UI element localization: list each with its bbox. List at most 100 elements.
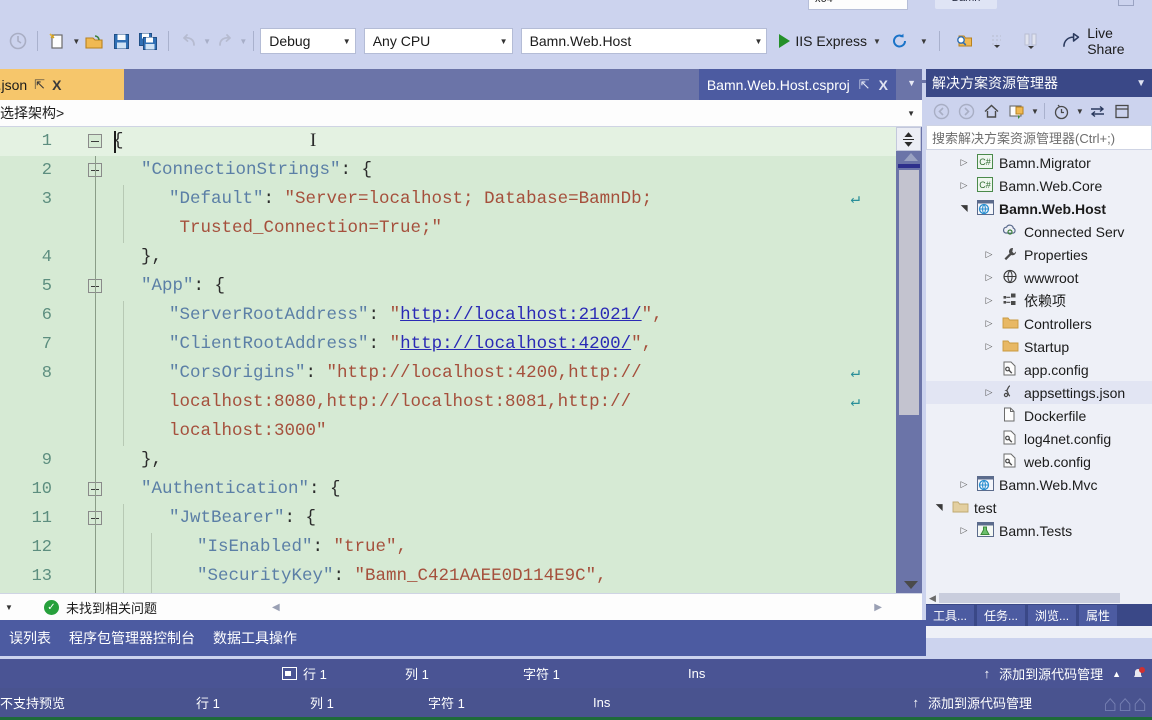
code-line[interactable]: 7 "ClientRootAddress": "http://localhost:… xyxy=(0,330,896,359)
new-item-icon[interactable] xyxy=(45,28,70,54)
save-all-icon[interactable] xyxy=(136,28,161,54)
code-line[interactable]: 9}, xyxy=(0,446,896,475)
new-folder-icon[interactable] xyxy=(1005,100,1028,123)
tree-item-controllers[interactable]: ▷ Controllers xyxy=(926,312,1152,335)
solution-search-input[interactable]: 搜索解决方案资源管理器(Ctrl+;) xyxy=(926,125,1152,150)
se-bottom-tab[interactable]: 工具... xyxy=(926,604,975,626)
properties-icon[interactable] xyxy=(1111,100,1134,123)
back-icon[interactable] xyxy=(930,100,953,123)
run-dropdown-icon[interactable]: ▼ xyxy=(873,37,881,46)
scroll-down-arrow-icon[interactable] xyxy=(904,581,918,589)
source-control-label[interactable]: 添加到源代码管理 xyxy=(999,664,1103,683)
tree-item-connected-serv[interactable]: Connected Serv xyxy=(926,220,1152,243)
back-nav-icon[interactable] xyxy=(5,28,30,54)
code-line[interactable]: 12 "IsEnabled": "true", xyxy=(0,533,896,562)
chevron-down-icon[interactable]: ◢ xyxy=(959,202,970,216)
scroll-left-arrow-icon[interactable]: ◀ xyxy=(929,593,936,604)
top-window-button[interactable] xyxy=(1118,0,1134,6)
chevron-down-icon[interactable]: ▼ xyxy=(1136,78,1146,89)
se-bottom-tab[interactable]: 浏览... xyxy=(1028,604,1077,626)
sync-icon[interactable] xyxy=(1086,100,1109,123)
tab-bamn-web-host-csproj[interactable]: Bamn.Web.Host.csproj ⇱ X xyxy=(698,69,896,100)
code-link[interactable]: http://localhost:4200/ xyxy=(400,334,631,354)
fold-collapse-icon[interactable] xyxy=(88,134,102,148)
startup-project-combo[interactable]: Bamn.Web.Host ▼ xyxy=(520,28,768,54)
tree-item-dockerfile[interactable]: Dockerfile xyxy=(926,404,1152,427)
open-file-icon[interactable] xyxy=(81,28,106,54)
chevron-right-icon[interactable]: ▷ xyxy=(957,479,971,490)
hot-reload-dropdown-icon[interactable]: ▼ xyxy=(920,37,928,46)
bottom-tool-tab[interactable]: 误列表 xyxy=(0,628,60,648)
code-line[interactable]: 13 "SecurityKey": "Bamn_C421AAEE0D114E9C"… xyxy=(0,562,896,591)
code-line[interactable]: Trusted_Connection=True;" xyxy=(0,214,896,243)
pending-changes-dropdown-icon[interactable]: ▼ xyxy=(1076,107,1084,116)
platform-combo[interactable]: Any CPU ▼ xyxy=(363,28,513,54)
forward-icon[interactable] xyxy=(955,100,978,123)
chevron-down-icon[interactable]: ◢ xyxy=(934,501,945,515)
chevron-right-icon[interactable]: ▷ xyxy=(982,272,996,283)
se-bottom-tab[interactable]: 属性 xyxy=(1079,604,1118,626)
tree-item-bamn-migrator[interactable]: ▷ C# Bamn.Migrator xyxy=(926,151,1152,174)
solution-tree[interactable]: ▷ C# Bamn.Migrator ▷ C# Bamn.Web.Core ◢ Bamn.We… xyxy=(926,151,1152,638)
live-share-button[interactable]: Live Share xyxy=(1061,25,1152,57)
tab-list-dropdown-icon[interactable]: ▼ xyxy=(907,78,916,88)
search-folder-icon[interactable] xyxy=(952,28,978,54)
bottom-tool-tab[interactable]: 数据工具操作 xyxy=(204,628,306,648)
source-control-label[interactable]: 添加到源代码管理 xyxy=(928,693,1032,712)
tree-item-[interactable]: ▷ 依赖项 xyxy=(926,289,1152,312)
bottom-tool-tab[interactable]: 程序包管理器控制台 xyxy=(60,628,204,648)
hot-reload-icon[interactable] xyxy=(887,28,913,54)
notifications-bell-icon[interactable] xyxy=(1130,666,1146,682)
tree-item-app-config[interactable]: app.config xyxy=(926,358,1152,381)
code-line[interactable]: localhost:8080,http://localhost:8081,htt… xyxy=(0,388,896,417)
chevron-right-icon[interactable]: ▷ xyxy=(982,341,996,352)
solution-explorer-bottom-tabs[interactable]: 工具... 任务... 浏览... 属性 xyxy=(926,604,1152,626)
code-line[interactable]: 4}, xyxy=(0,243,896,272)
tree-item-wwwroot[interactable]: ▷ wwwroot xyxy=(926,266,1152,289)
scrollbar-thumb[interactable] xyxy=(899,170,919,415)
editor-split-handle[interactable] xyxy=(896,127,921,151)
bottom-tool-tabs[interactable]: 误列表 程序包管理器控制台 数据工具操作 xyxy=(0,620,926,656)
se-bottom-tab[interactable]: 任务... xyxy=(977,604,1026,626)
code-line[interactable]: 5 "App": { xyxy=(0,272,896,301)
pin-icon[interactable]: ⇱ xyxy=(34,77,45,93)
code-line[interactable]: 11 "JwtBearer": { xyxy=(0,504,896,533)
code-line[interactable]: localhost:3000" xyxy=(0,417,896,446)
home-icon[interactable] xyxy=(980,100,1003,123)
scroll-up-arrow-icon[interactable] xyxy=(904,153,918,161)
configuration-combo[interactable]: Debug ▼ xyxy=(260,28,356,54)
chevron-right-icon[interactable]: ▷ xyxy=(957,180,971,191)
run-play-icon[interactable] xyxy=(779,34,791,48)
tab-appsettings-json[interactable]: tings.json ⇱ X xyxy=(0,69,124,100)
close-icon[interactable]: X xyxy=(879,77,888,93)
code-editor[interactable]: 1{2 "ConnectionStrings": {3 "Default": "Se… xyxy=(0,127,922,593)
tree-item-appsettings-json[interactable]: ▷ appsettings.json xyxy=(926,381,1152,404)
tree-item-log4net-config[interactable]: log4net.config xyxy=(926,427,1152,450)
tree-item-test[interactable]: ◢ test xyxy=(926,496,1152,519)
chevron-right-icon[interactable]: ▷ xyxy=(957,157,971,168)
chevron-up-icon[interactable]: ▲ xyxy=(1112,669,1121,679)
new-folder-dropdown-icon[interactable]: ▼ xyxy=(1031,107,1039,116)
chevron-right-icon[interactable]: ▷ xyxy=(982,295,996,306)
code-line[interactable]: 2 "ConnectionStrings": { xyxy=(0,156,896,185)
save-icon[interactable] xyxy=(109,28,134,54)
tree-item-bamn-tests[interactable]: ▷ Bamn.Tests xyxy=(926,519,1152,542)
tree-item-properties[interactable]: ▷ Properties xyxy=(926,243,1152,266)
scrollbar-track[interactable] xyxy=(938,593,1120,603)
pending-changes-icon[interactable] xyxy=(1050,100,1073,123)
scroll-right-arrow-icon[interactable]: ▶ xyxy=(874,602,882,613)
chevron-down-icon[interactable]: ▼ xyxy=(5,603,13,612)
chevron-right-icon[interactable]: ▷ xyxy=(982,249,996,260)
top-combo[interactable]: x64 ▼ xyxy=(808,0,908,10)
select-element-icon[interactable] xyxy=(985,28,1011,54)
scroll-left-arrow-icon[interactable]: ◀ xyxy=(272,602,280,613)
chevron-right-icon[interactable]: ▷ xyxy=(982,318,996,329)
chevron-right-icon[interactable]: ▷ xyxy=(982,387,996,398)
code-line[interactable]: 3 "Default": "Server=localhost; Database=… xyxy=(0,185,896,214)
tree-item-startup[interactable]: ▷ Startup xyxy=(926,335,1152,358)
code-line[interactable]: 10 "Authentication": { xyxy=(0,475,896,504)
tree-item-web-config[interactable]: web.config xyxy=(926,450,1152,473)
layout-columns-icon[interactable] xyxy=(1018,28,1044,54)
tree-item-bamn-web-mvc[interactable]: ▷ Bamn.Web.Mvc xyxy=(926,473,1152,496)
new-item-dropdown-icon[interactable]: ▼ xyxy=(72,37,80,46)
